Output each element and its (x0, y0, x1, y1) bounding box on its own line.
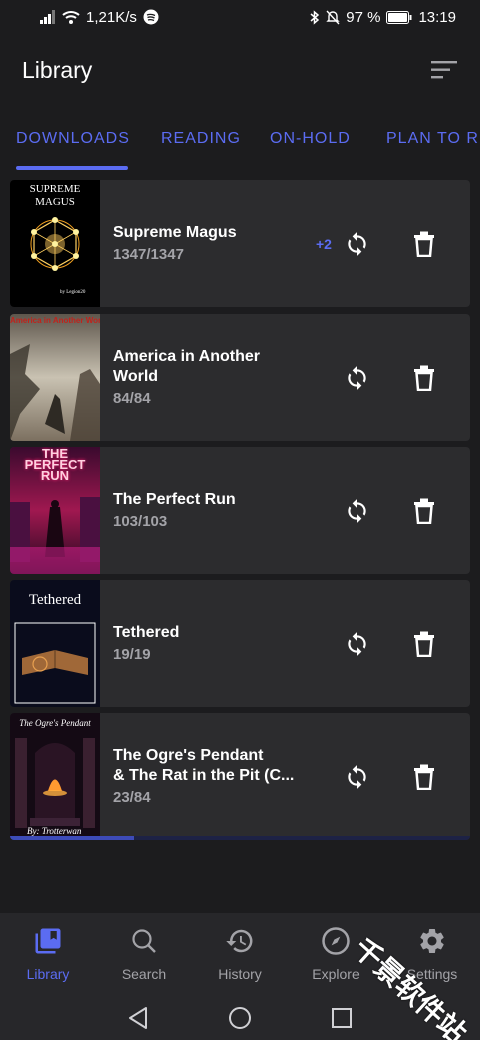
book-title: The Perfect Run (113, 491, 236, 508)
trash-icon (414, 631, 434, 657)
book-title: America in Another World (113, 348, 260, 385)
tab-reading[interactable]: READING (161, 110, 241, 168)
nav-label: Search (121, 966, 167, 982)
sync-icon (348, 765, 366, 789)
explore-icon (322, 927, 350, 955)
search-icon (132, 929, 156, 953)
book-title: Tethered (113, 624, 180, 641)
delete-button[interactable] (404, 224, 444, 264)
cover-title: America in Another World (10, 316, 100, 325)
cover-title: THE PERFECT RUN (24, 447, 86, 483)
new-chapters-badge: +2 (316, 236, 332, 252)
home-button[interactable] (220, 998, 260, 1038)
delete-button[interactable] (404, 757, 444, 797)
trash-icon (414, 231, 434, 257)
sync-icon (348, 232, 366, 256)
cover-author: By: Trotterwan (27, 826, 82, 836)
active-tab-indicator (16, 166, 128, 170)
cover-title: SUPREME MAGUS (29, 183, 81, 208)
update-button[interactable] (337, 224, 377, 264)
sync-icon (348, 366, 366, 390)
delete-button[interactable] (404, 491, 444, 531)
clock: 13:19 (418, 8, 456, 26)
book-cover[interactable]: SUPREME MAGUS by Legion20 (10, 180, 100, 307)
category-tabs: DOWNLOADS READING ON-HOLD PLAN TO READ (0, 110, 480, 172)
back-button[interactable] (118, 998, 158, 1038)
app-bar: Library (0, 38, 480, 102)
update-button[interactable] (337, 624, 377, 664)
nav-label: History (218, 966, 262, 982)
signal-bars-icon (40, 10, 55, 24)
update-button[interactable] (337, 491, 377, 531)
sort-icon (431, 61, 457, 79)
tab-on-hold[interactable]: ON-HOLD (270, 110, 351, 168)
tab-plan-to-read[interactable]: PLAN TO READ (386, 110, 480, 168)
recents-button[interactable] (322, 998, 362, 1038)
list-item[interactable]: SUPREME MAGUS by Legion20 Supreme Magus … (10, 180, 470, 307)
chapter-count: 103/103 (113, 513, 168, 530)
sort-button[interactable] (428, 54, 460, 86)
download-progress-bar (10, 836, 470, 840)
book-cover[interactable]: Tethered (10, 580, 100, 707)
list-item[interactable]: THE PERFECT RUN The Perfect Run 103/103 (10, 447, 470, 574)
battery-icon (386, 10, 412, 24)
library-icon (35, 928, 61, 954)
bluetooth-icon (310, 9, 320, 25)
nav-library[interactable]: Library (0, 923, 96, 993)
status-bar: 1,21K/s 97 % 13:19 (0, 0, 480, 34)
sync-icon (348, 632, 366, 656)
update-button[interactable] (337, 757, 377, 797)
recents-square-icon (332, 1008, 352, 1028)
battery-level: 97 % (346, 8, 381, 26)
network-speed: 1,21K/s (86, 8, 137, 26)
book-cover[interactable]: THE PERFECT RUN (10, 447, 100, 574)
sync-icon (348, 499, 366, 523)
spotify-icon (143, 9, 159, 25)
book-title: The Ogre's Pendant & The Rat in the Pit … (113, 747, 295, 784)
chapter-count: 23/84 (113, 789, 151, 806)
book-title: Supreme Magus (113, 224, 237, 241)
delete-button[interactable] (404, 358, 444, 398)
nav-label: Library (26, 966, 70, 982)
book-cover[interactable]: America in Another World (10, 314, 100, 441)
trash-icon (414, 764, 434, 790)
chapter-count: 19/19 (113, 646, 151, 663)
list-item[interactable]: The Ogre's Pendant By: Trotterwan The Og… (10, 713, 470, 840)
update-button[interactable] (337, 358, 377, 398)
download-progress-fill (10, 836, 135, 840)
chapter-count: 1347/1347 (113, 246, 184, 263)
cover-author: by Legion20 (60, 290, 86, 295)
trash-icon (414, 498, 434, 524)
nav-search[interactable]: Search (96, 923, 192, 993)
wifi-icon (62, 11, 80, 24)
home-circle-icon (229, 1007, 251, 1029)
cover-title: Tethered (28, 592, 82, 608)
list-item[interactable]: Tethered Tethered 19/19 (10, 580, 470, 707)
tab-downloads[interactable]: DOWNLOADS (16, 110, 130, 168)
page-title: Library (22, 56, 93, 83)
list-item[interactable]: America in Another World America in Anot… (10, 314, 470, 441)
settings-icon (420, 929, 444, 953)
book-cover[interactable]: The Ogre's Pendant By: Trotterwan (10, 713, 100, 840)
chapter-count: 84/84 (113, 390, 151, 407)
nav-label: Explore (312, 966, 360, 982)
history-icon (226, 929, 253, 953)
back-triangle-icon (129, 1007, 147, 1029)
trash-icon (414, 365, 434, 391)
cover-title: The Ogre's Pendant (19, 718, 91, 728)
nav-history[interactable]: History (192, 923, 288, 993)
mute-icon (326, 10, 340, 24)
delete-button[interactable] (404, 624, 444, 664)
